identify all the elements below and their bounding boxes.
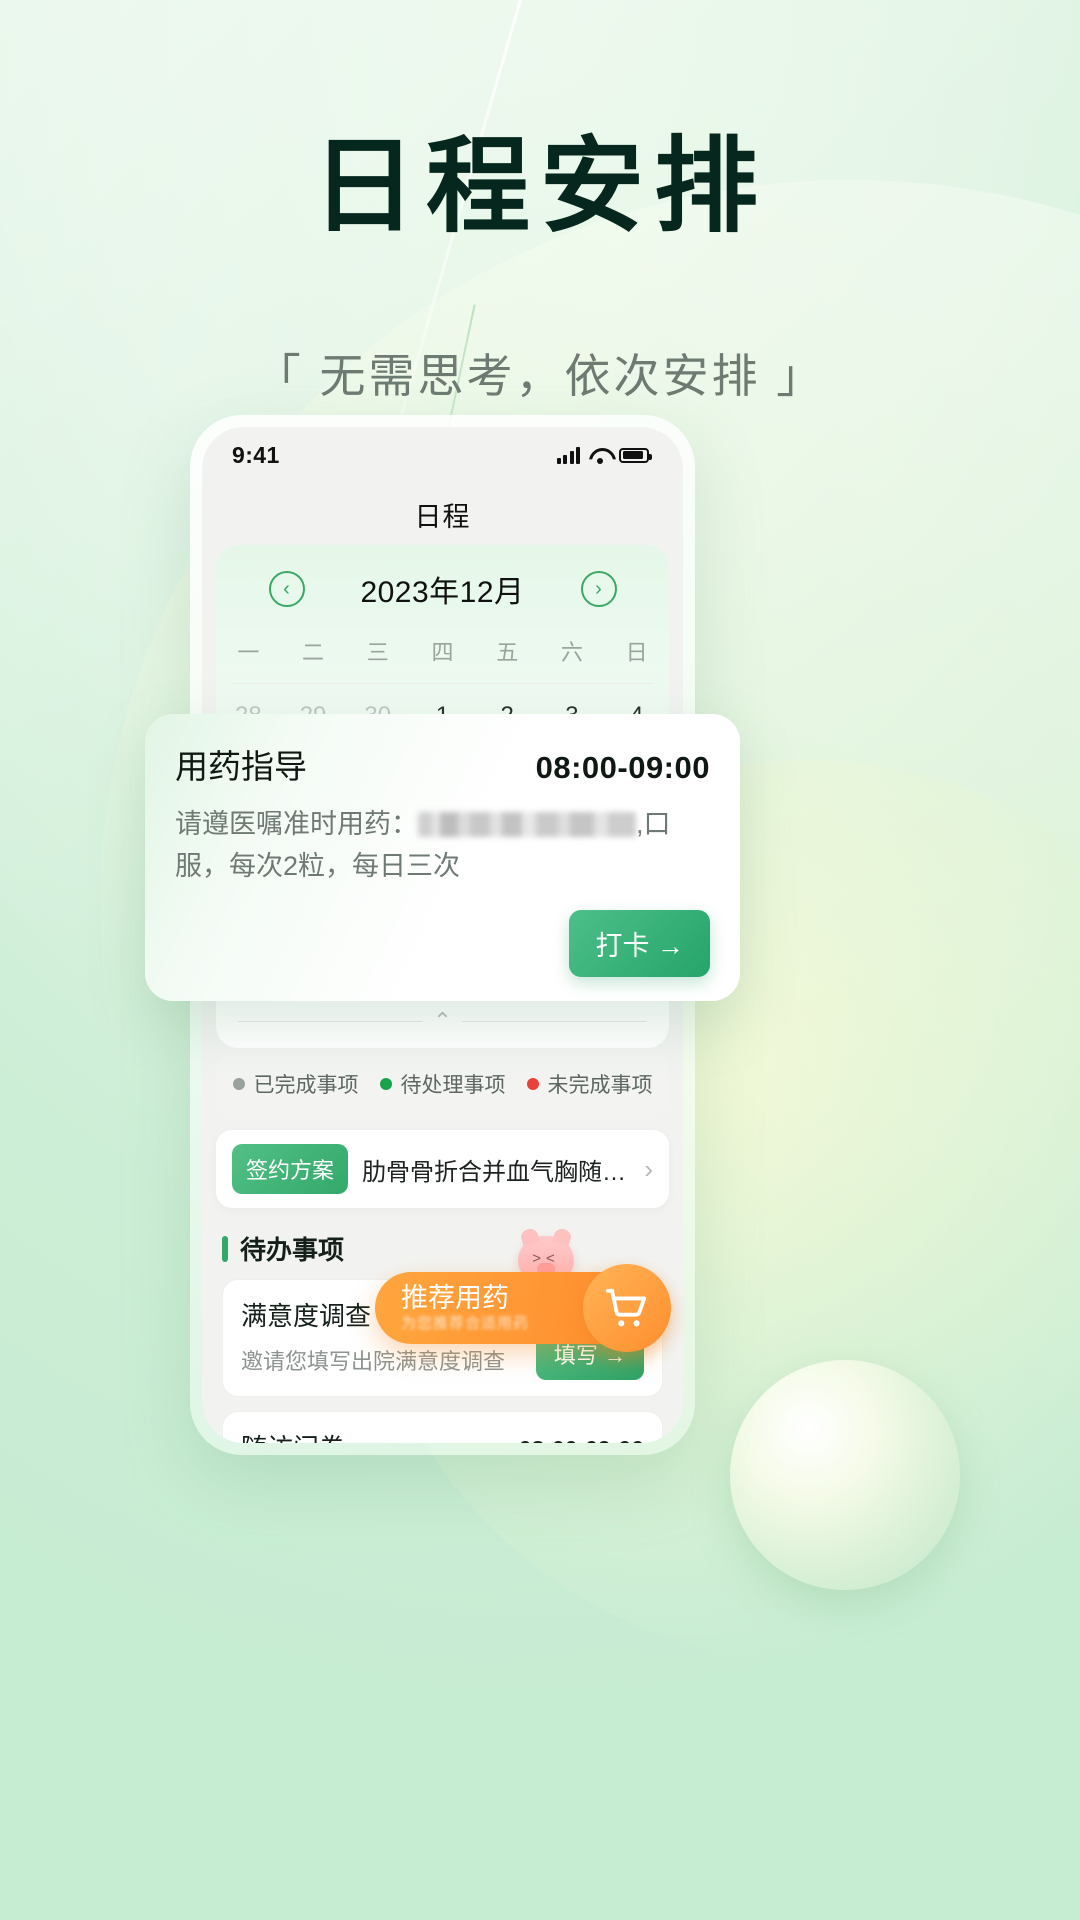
- weekday-label: 五: [496, 640, 519, 665]
- legend-item-pending: 待处理事项: [379, 1069, 506, 1099]
- navbar-title: 日程: [414, 501, 471, 532]
- check-in-button[interactable]: 打卡 →: [569, 909, 710, 977]
- calendar-weekday-row: 一 二 三 四 五 六 日: [216, 629, 669, 683]
- todo-header: 随访问卷 08:00-09:00: [241, 1428, 644, 1443]
- divider-left: [238, 1020, 424, 1022]
- medication-card-title: 用药指导: [175, 748, 307, 785]
- plan-badge: 签约方案: [232, 1144, 349, 1194]
- medication-card-time: 08:00-09:00: [535, 750, 710, 785]
- calendar-month-title: 2023年12月: [360, 576, 525, 609]
- medication-guidance-card[interactable]: 用药指导 08:00-09:00 请遵医嘱准时用药： ,口服，每次2粒，每日三次 …: [145, 714, 740, 1001]
- battery-icon: [619, 447, 652, 463]
- navbar: 日程: [202, 483, 683, 545]
- calendar-divider: [232, 683, 653, 684]
- legend-dot-green: [379, 1078, 392, 1090]
- calendar-collapse-row[interactable]: ⌃: [216, 996, 669, 1038]
- medication-card-body: 请遵医嘱准时用药： ,口服，每次2粒，每日三次: [175, 804, 710, 888]
- status-icons: [556, 446, 652, 464]
- legend-dot-gray: [232, 1078, 245, 1090]
- legend-item-incomplete: 未完成事项: [526, 1069, 653, 1099]
- weekday-label: 三: [366, 640, 389, 665]
- todo-title: 随访问卷: [241, 1428, 345, 1443]
- todo-section-header: 待办事项: [222, 1230, 683, 1267]
- section-accent-bar: [222, 1235, 228, 1262]
- page-title: 日程安排: [311, 129, 768, 245]
- todo-title: 满意度调查: [241, 1301, 372, 1331]
- medication-card-actions: 打卡 →: [175, 909, 710, 977]
- todo-section-title: 待办事项: [240, 1235, 345, 1265]
- signed-plan-row[interactable]: 签约方案 肋骨骨折合并血气胸随访方... ›: [216, 1130, 669, 1208]
- status-legend: 已完成事项 待处理事项 未完成事项: [216, 1054, 669, 1114]
- shopping-cart-icon[interactable]: [583, 1264, 671, 1352]
- weekday-label: 二: [302, 640, 325, 665]
- background-sphere: [730, 1360, 960, 1590]
- plan-title: 肋骨骨折合并血气胸随访方...: [362, 1158, 630, 1186]
- wifi-icon: [589, 447, 610, 464]
- todo-time: 08:00-09:00: [519, 1436, 644, 1443]
- weekday-label: 四: [431, 640, 454, 665]
- medication-card-header: 用药指导 08:00-09:00: [175, 740, 710, 788]
- recommend-medication-pill[interactable]: 推荐用药 为您推荐合适用药: [375, 1264, 671, 1352]
- page-subtitle: 「 无需思考，依次安排 」: [254, 350, 826, 402]
- legend-label: 未完成事项: [547, 1074, 653, 1097]
- recommend-label: 推荐用药: [401, 1283, 509, 1314]
- weekday-label: 一: [237, 640, 260, 665]
- status-time: 9:41: [232, 441, 280, 468]
- prev-month-button[interactable]: ‹: [268, 571, 305, 607]
- status-bar: 9:41: [202, 427, 683, 483]
- weekday-label: 六: [560, 640, 583, 665]
- medication-body-prefix: 请遵医嘱准时用药：: [175, 809, 418, 839]
- chevron-right-icon[interactable]: ›: [644, 1154, 653, 1185]
- recommend-sublabel: 为您推荐合适用药: [401, 1314, 530, 1332]
- todo-card-followup[interactable]: 随访问卷 08:00-09:00 请遵医嘱准时用药：阿莫西林克拉维酸钾,口服，每…: [222, 1411, 663, 1443]
- legend-item-done: 已完成事项: [232, 1069, 359, 1099]
- weekday-label: 日: [625, 640, 648, 665]
- recommend-label-group: 推荐用药 为您推荐合适用药: [401, 1284, 529, 1331]
- legend-label: 待处理事项: [400, 1074, 506, 1097]
- calendar-header: ‹ 2023年12月 ›: [216, 561, 669, 629]
- chevron-up-icon[interactable]: ⌃: [433, 1010, 451, 1032]
- redacted-drug-name: [418, 812, 636, 837]
- legend-dot-red: [526, 1078, 539, 1090]
- divider-right: [461, 1020, 647, 1022]
- legend-label: 已完成事项: [253, 1074, 359, 1097]
- next-month-button[interactable]: ›: [580, 571, 617, 607]
- signal-icon: [556, 446, 580, 464]
